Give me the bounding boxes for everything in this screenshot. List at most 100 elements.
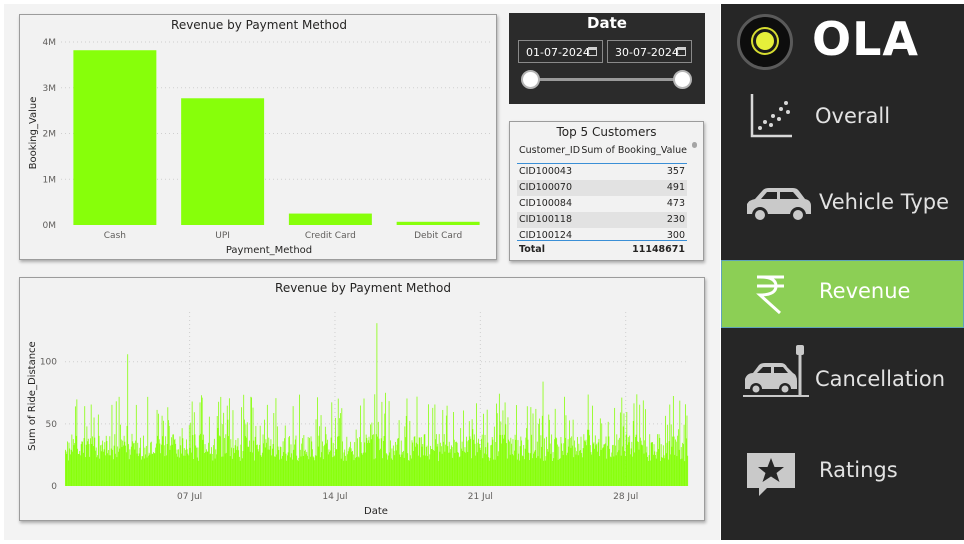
column-header-customer-id[interactable]: Customer_ID xyxy=(519,145,580,156)
bar xyxy=(332,457,333,486)
bar xyxy=(276,454,278,486)
bar xyxy=(635,434,637,486)
bar xyxy=(358,457,360,486)
bar xyxy=(137,442,139,486)
start-date-input[interactable]: 01-07-2024 xyxy=(518,40,603,63)
bar xyxy=(283,452,285,486)
date-range-track[interactable] xyxy=(529,78,683,81)
bar xyxy=(334,417,336,486)
bar xyxy=(582,457,583,486)
bar xyxy=(86,426,88,486)
bar xyxy=(351,451,353,486)
bar xyxy=(453,439,455,486)
table-row[interactable]: CID100118 230 xyxy=(517,212,687,228)
cell-booking-value: 230 xyxy=(666,214,685,225)
bar xyxy=(473,439,474,486)
bar xyxy=(239,456,240,486)
bar xyxy=(286,460,288,486)
calendar-icon[interactable] xyxy=(588,47,597,56)
bar xyxy=(115,453,116,486)
bar xyxy=(490,445,492,486)
bar xyxy=(203,434,205,486)
nav-item-vehicle-type[interactable]: Vehicle Type xyxy=(721,170,964,238)
bar xyxy=(562,454,564,486)
nav-item-ratings[interactable]: Ratings xyxy=(721,438,964,506)
bar xyxy=(637,441,638,486)
nav-item-revenue[interactable]: Revenue xyxy=(721,260,964,328)
nav-item-overall[interactable]: Overall xyxy=(721,84,964,152)
bar xyxy=(431,449,433,486)
table-row[interactable]: CID100043 357 xyxy=(517,164,687,180)
bar xyxy=(359,436,361,486)
bar xyxy=(297,459,298,486)
bar xyxy=(197,447,199,486)
table-scrollbar[interactable] xyxy=(692,142,697,148)
date-range-end-handle[interactable] xyxy=(673,70,692,89)
bar xyxy=(245,424,247,486)
bar xyxy=(323,446,325,486)
table-row[interactable]: CID100124 300 xyxy=(517,228,687,240)
bar xyxy=(201,395,202,486)
timeseries-chart-card[interactable]: Revenue by Payment Method Sum of Ride_Di… xyxy=(19,277,705,521)
bar xyxy=(133,443,134,486)
bar xyxy=(322,459,324,486)
calendar-icon[interactable] xyxy=(677,47,686,56)
bar xyxy=(604,444,606,486)
bar xyxy=(565,415,567,486)
bar xyxy=(73,445,75,486)
top-customers-table[interactable]: Top 5 Customers Customer_ID Sum of Booki… xyxy=(509,121,704,261)
table-row[interactable]: CID100084 473 xyxy=(517,196,687,212)
date-range-start-handle[interactable] xyxy=(521,70,540,89)
bar xyxy=(149,454,151,486)
bar xyxy=(161,415,163,486)
bar xyxy=(508,439,510,486)
bar xyxy=(124,441,126,486)
bar xyxy=(153,453,155,486)
bar xyxy=(205,452,207,486)
bar xyxy=(261,452,263,486)
bar xyxy=(170,445,172,486)
end-date-input[interactable]: 30-07-2024 xyxy=(607,40,692,63)
bar xyxy=(82,441,83,486)
bar xyxy=(523,444,525,486)
table-row[interactable]: CID100070 491 xyxy=(517,180,687,196)
bar xyxy=(185,449,187,486)
x-tick-label: 28 Jul xyxy=(613,492,638,502)
bar xyxy=(410,458,412,486)
bar xyxy=(448,441,450,486)
bar xyxy=(519,460,520,486)
bar xyxy=(382,440,384,486)
column-header-booking-value[interactable]: Sum of Booking_Value xyxy=(581,145,687,156)
bar xyxy=(258,451,260,486)
bar xyxy=(626,412,628,486)
bar-chart-card[interactable]: Revenue by Payment Method Booking_Value … xyxy=(19,14,497,260)
bar xyxy=(655,454,656,486)
bar xyxy=(452,457,454,486)
bar xyxy=(97,414,99,486)
bar xyxy=(81,441,83,486)
bar xyxy=(670,454,671,486)
bar xyxy=(681,458,683,486)
bar xyxy=(513,450,515,486)
bar xyxy=(84,406,86,486)
bar xyxy=(330,437,332,486)
bar xyxy=(280,447,282,486)
bar xyxy=(150,442,152,486)
bar xyxy=(683,424,685,486)
bar xyxy=(548,414,550,486)
cell-customer-id: CID100124 xyxy=(519,230,573,240)
bar xyxy=(429,454,431,486)
bar xyxy=(305,454,307,486)
nav-item-cancellation[interactable]: Cancellation xyxy=(721,343,964,411)
bar xyxy=(374,394,376,486)
date-slicer[interactable]: Date 01-07-2024 30-07-2024 xyxy=(509,13,705,104)
bar xyxy=(262,434,264,486)
bar xyxy=(557,459,559,486)
bar xyxy=(633,403,635,486)
bar xyxy=(420,437,422,486)
bar xyxy=(386,454,388,486)
bar xyxy=(609,456,611,486)
bar xyxy=(324,444,326,486)
bar xyxy=(598,438,600,486)
bar xyxy=(424,434,426,486)
